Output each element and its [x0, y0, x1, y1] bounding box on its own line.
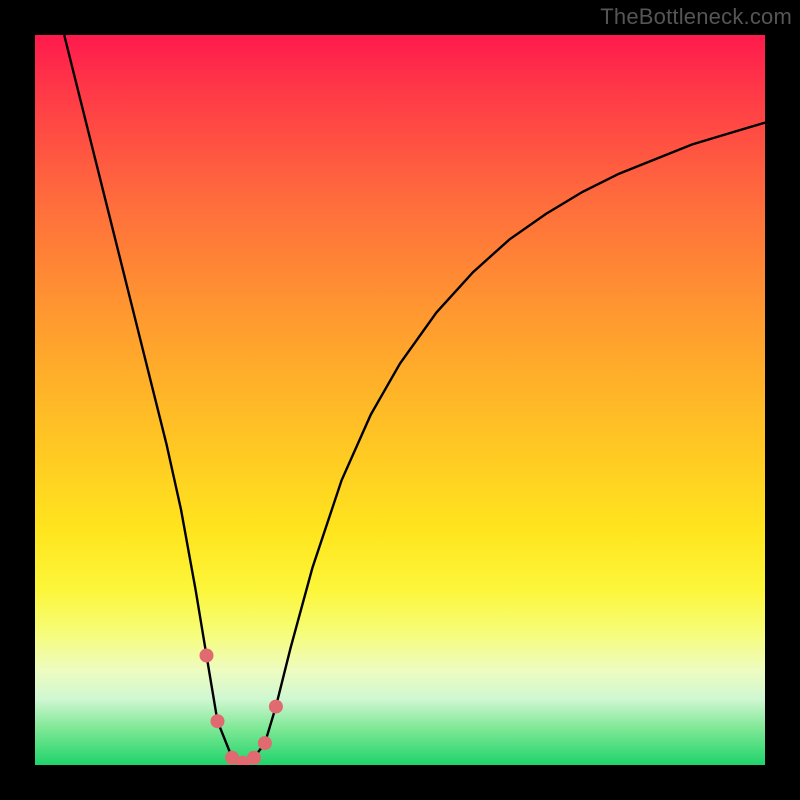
plot-area	[35, 35, 765, 765]
curve-layer	[35, 35, 765, 765]
curve-marker	[258, 736, 272, 750]
bottleneck-curve	[64, 35, 765, 763]
curve-marker	[269, 700, 283, 714]
curve-marker	[200, 649, 214, 663]
marker-group	[200, 649, 283, 766]
curve-marker	[211, 714, 225, 728]
chart-frame: TheBottleneck.com	[0, 0, 800, 800]
curve-marker	[247, 751, 261, 765]
watermark-text: TheBottleneck.com	[600, 4, 792, 30]
